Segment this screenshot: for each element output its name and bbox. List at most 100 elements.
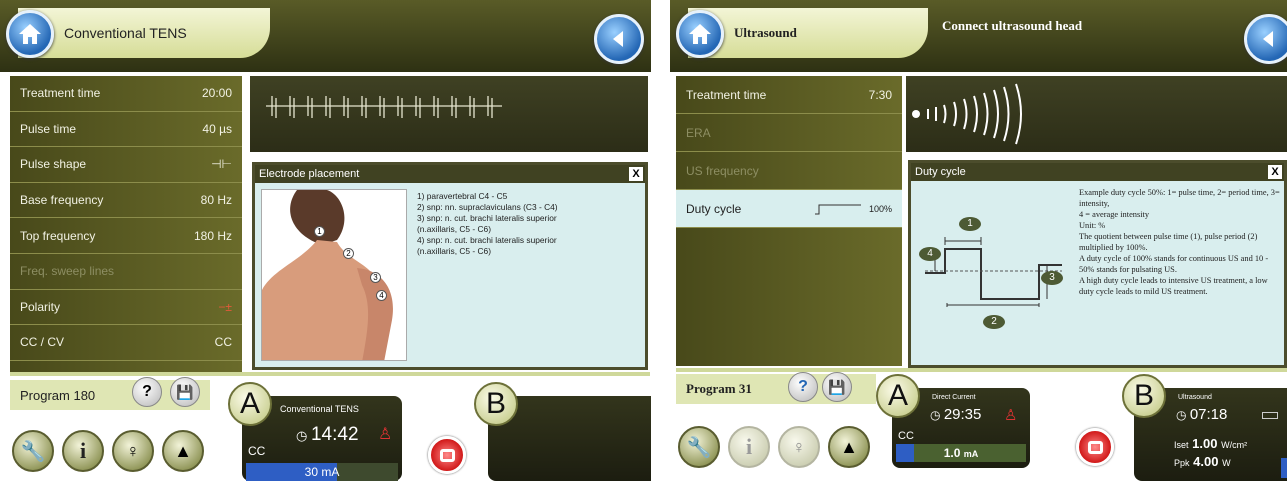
diagram-label-2: 2 xyxy=(983,315,1005,329)
header-title: Conventional TENS xyxy=(64,25,187,41)
tools-button[interactable]: 🔧 xyxy=(678,426,720,468)
channel-a-timer: ◷ 29:35 xyxy=(930,406,981,423)
diagram-label-4: 4 xyxy=(919,247,941,261)
param-label: CC / CV xyxy=(20,335,65,350)
param-row-base-frequency[interactable]: Base frequency 80 Hz xyxy=(10,183,242,219)
save-icon: 💾 xyxy=(828,378,846,395)
ultrasound-screen: Ultrasound Connect ultrasound head Treat… xyxy=(670,0,1287,481)
channel-a-time: 14:42 xyxy=(310,424,359,445)
channel-a-unit: mA xyxy=(963,449,979,459)
explanation-line: 4 = average intensity xyxy=(1079,210,1150,219)
channel-a-timer: ◷ 14:42 xyxy=(296,424,359,446)
channel-b-name: Ultrasound xyxy=(1178,394,1212,401)
close-icon[interactable]: X xyxy=(1268,165,1282,179)
explanation-line: A duty cycle of 100% stands for continuo… xyxy=(1079,254,1269,274)
param-label: Duty cycle xyxy=(686,201,742,216)
param-label: Pulse shape xyxy=(20,157,87,172)
back-button[interactable] xyxy=(594,14,644,64)
channel-a-mode: CC xyxy=(248,444,266,458)
marker-2: 2 xyxy=(343,248,354,259)
param-label: Top frequency xyxy=(20,228,96,243)
param-row-top-frequency[interactable]: Top frequency 180 Hz xyxy=(10,218,242,254)
program-label: Program 180 xyxy=(20,387,96,403)
marker-3: 3 xyxy=(370,272,381,283)
explanation-line: Unit: % xyxy=(1079,221,1106,230)
save-icon: 💾 xyxy=(176,383,194,400)
channel-a-current-wrap: 1.0 mA xyxy=(896,446,1026,460)
param-row-treatment-time[interactable]: Treatment time 7:30 xyxy=(676,76,902,114)
help-button[interactable]: ? xyxy=(132,377,162,407)
save-button[interactable]: 💾 xyxy=(822,372,852,402)
tens-screen: Conventional TENS Treatment time 20:00 Pu… xyxy=(0,0,651,481)
iset-label: Iset xyxy=(1174,440,1189,450)
intensity-bar: 1.0 mA xyxy=(896,444,1026,462)
param-value: CC xyxy=(214,335,232,350)
header: Conventional TENS xyxy=(0,0,651,72)
back-arrow-icon xyxy=(1263,31,1273,47)
iset-unit: W/cm² xyxy=(1221,440,1248,450)
channel-a-letter[interactable]: A xyxy=(228,382,272,426)
duty-cycle-explanation: Example duty cycle 50%: 1= pulse time, 2… xyxy=(1079,187,1284,297)
help-button[interactable]: ? xyxy=(788,372,818,402)
electrode-placement-panel: Electrode placement X 1 2 3 4 1) paraver… xyxy=(252,162,648,370)
instruction-line: 2) snp: nn. supraclaviculans (C3 - C4) xyxy=(417,202,558,212)
patient-icon: ♙ xyxy=(378,426,393,443)
instruction-line: 3) snp: n. cut. brachi lateralis superio… xyxy=(417,213,557,234)
param-label: Pulse time xyxy=(20,121,77,136)
electrode-button[interactable]: ▲ xyxy=(162,430,204,472)
clock-icon: ◷ xyxy=(1176,408,1190,422)
close-icon[interactable]: X xyxy=(629,167,643,181)
panel-titlebar: Duty cycle X xyxy=(911,163,1284,181)
patient-icon: ♙ xyxy=(1004,407,1018,424)
info-button[interactable]: i xyxy=(62,430,104,472)
header-title-tab: Ultrasound xyxy=(688,8,928,58)
back-button[interactable] xyxy=(1244,14,1287,64)
panel-title: Duty cycle xyxy=(915,166,966,178)
contact-indicator-icon xyxy=(1262,412,1278,419)
home-icon xyxy=(689,24,711,44)
param-row-pulse-time[interactable]: Pulse time 40 µs xyxy=(10,112,242,148)
param-row-polarity[interactable]: Polarity −± xyxy=(10,290,242,326)
save-button[interactable]: 💾 xyxy=(170,377,200,407)
param-label: Treatment time xyxy=(20,86,101,101)
explanation-line: Example duty cycle 50%: 1= pulse time, 2… xyxy=(1079,188,1280,208)
header-title-tab: Conventional TENS xyxy=(18,8,270,58)
param-row-duty-cycle[interactable]: Duty cycle 100% xyxy=(676,190,902,228)
tools-button[interactable]: 🔧 xyxy=(12,430,54,472)
home-button[interactable] xyxy=(676,10,724,58)
letter-a: A xyxy=(239,387,260,420)
channel-b-letter[interactable]: B xyxy=(1122,374,1166,418)
electrode-button[interactable]: ▲ xyxy=(828,426,870,468)
diagram-label-3: 3 xyxy=(1041,271,1063,285)
ppk-label: Ppk xyxy=(1174,458,1190,468)
channel-a-mode: CC xyxy=(898,430,914,442)
param-row-pulse-shape[interactable]: Pulse shape ⊣⊢ xyxy=(10,147,242,183)
stop-icon xyxy=(439,448,455,462)
panel-titlebar: Electrode placement X xyxy=(255,165,645,183)
home-button[interactable] xyxy=(6,10,54,58)
param-row-cc-cv[interactable]: CC / CV CC xyxy=(10,325,242,361)
anatomy-button[interactable]: ♀ xyxy=(112,430,154,472)
channel-a-letter[interactable]: A xyxy=(876,374,920,418)
iset-value: 1.00 xyxy=(1192,436,1218,451)
header-title: Ultrasound xyxy=(734,25,797,40)
ppk-value: 4.00 xyxy=(1193,454,1219,469)
stop-icon xyxy=(1087,440,1103,454)
panel-title: Electrode placement xyxy=(259,168,360,180)
channel-b-time: 07:18 xyxy=(1189,406,1228,423)
marker-4: 4 xyxy=(376,290,387,301)
body-icon: ♀ xyxy=(126,440,140,461)
diagram-label-1: 1 xyxy=(959,217,981,231)
level-indicator xyxy=(1281,458,1287,478)
channel-b-letter[interactable]: B xyxy=(474,382,518,426)
home-icon xyxy=(19,24,41,44)
param-row-treatment-time[interactable]: Treatment time 20:00 xyxy=(10,76,242,112)
letter-a: A xyxy=(887,379,908,412)
anatomy-button: ♀ xyxy=(778,426,820,468)
ppk-unit: W xyxy=(1222,458,1231,468)
stop-button[interactable] xyxy=(1076,428,1114,466)
param-value: 7:30 xyxy=(868,87,892,102)
info-icon: i xyxy=(745,434,753,459)
stop-button[interactable] xyxy=(428,436,466,474)
marker-1: 1 xyxy=(314,226,325,237)
